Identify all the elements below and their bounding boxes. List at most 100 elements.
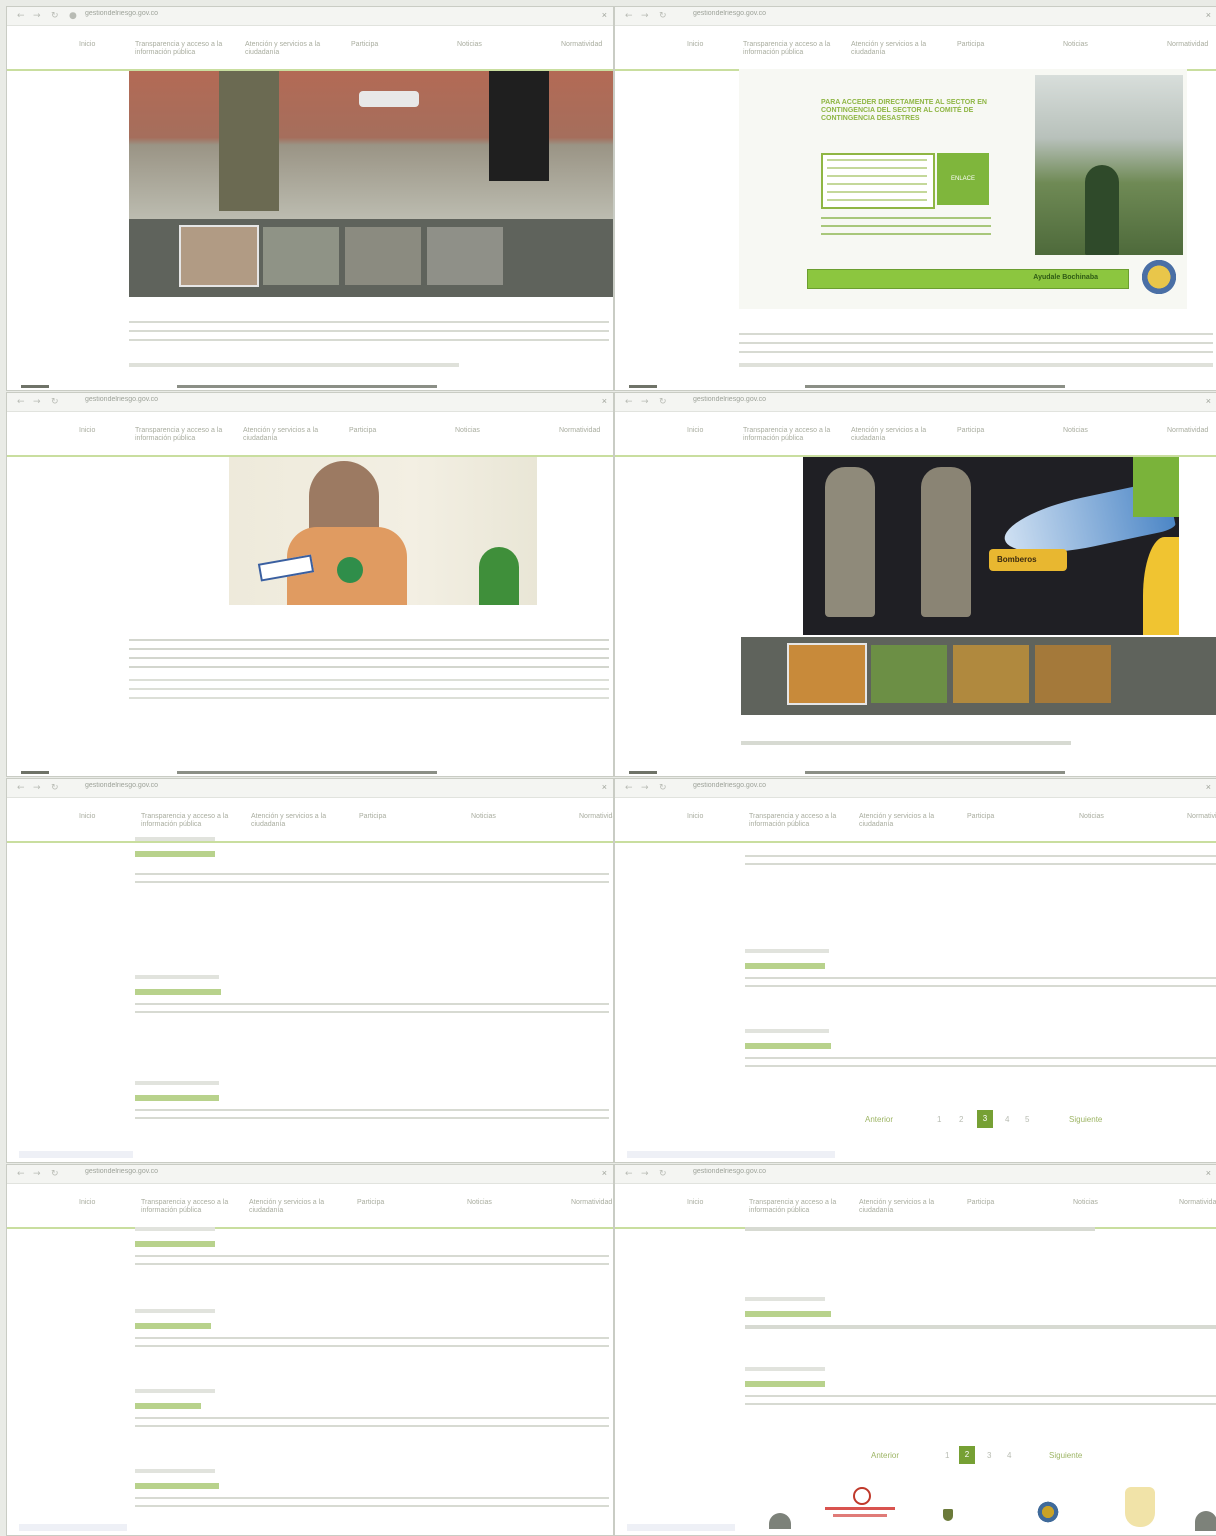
gallery-thumbnail[interactable] (1035, 645, 1111, 703)
reload-icon[interactable]: ↻ (51, 397, 59, 407)
menu-normatividad[interactable]: Normatividad (559, 427, 613, 435)
horizontal-scrollbar[interactable] (805, 771, 1065, 774)
news-title[interactable] (745, 963, 825, 969)
pagination-page[interactable]: 3 (987, 1451, 991, 1460)
scrollbar[interactable] (21, 385, 49, 388)
address-bar[interactable]: gestiondelriesgo.gov.co (693, 1168, 1187, 1179)
forward-icon[interactable]: → (641, 1169, 649, 1179)
pagination-next[interactable]: Siguiente (1069, 1115, 1102, 1124)
menu-normatividad[interactable]: Normatividad (1167, 427, 1216, 435)
news-title[interactable] (745, 1311, 831, 1317)
menu-transparencia[interactable]: Transparencia y acceso a la información … (749, 813, 849, 829)
news-title[interactable] (135, 1241, 215, 1247)
news-title[interactable] (135, 1483, 219, 1489)
menu-atencion[interactable]: Atención y servicios a la ciudadanía (851, 41, 951, 57)
close-icon[interactable]: × (1206, 396, 1211, 406)
pagination-page[interactable]: 4 (1007, 1451, 1011, 1460)
menu-normatividad[interactable]: Normatividad (1179, 1199, 1216, 1207)
gallery-thumbnail[interactable] (345, 227, 421, 285)
gallery-thumbnail[interactable] (953, 645, 1029, 703)
menu-noticias[interactable]: Noticias (457, 41, 557, 49)
back-icon[interactable]: ← (625, 783, 633, 793)
menu-atencion[interactable]: Atención y servicios a la ciudadanía (859, 813, 959, 829)
menu-noticias[interactable]: Noticias (1073, 1199, 1173, 1207)
pagination-current-page[interactable]: 3 (977, 1110, 993, 1128)
close-icon[interactable]: × (1206, 782, 1211, 792)
horizontal-scrollbar[interactable] (177, 771, 437, 774)
menu-transparencia[interactable]: Transparencia y acceso a la información … (743, 41, 843, 57)
reload-icon[interactable]: ↻ (659, 783, 667, 793)
menu-participa[interactable]: Participa (349, 427, 449, 435)
address-bar[interactable]: gestiondelriesgo.gov.co (85, 782, 583, 793)
pagination-next[interactable]: Siguiente (1049, 1451, 1082, 1460)
menu-atencion[interactable]: Atención y servicios a la ciudadanía (859, 1199, 959, 1215)
gallery-thumbnail[interactable] (787, 643, 867, 705)
gallery-thumbnail[interactable] (179, 225, 259, 287)
address-bar[interactable]: gestiondelriesgo.gov.co (693, 10, 1187, 21)
menu-participa[interactable]: Participa (967, 1199, 1067, 1207)
forward-icon[interactable]: → (33, 783, 41, 793)
menu-transparencia[interactable]: Transparencia y acceso a la información … (141, 1199, 241, 1215)
horizontal-scrollbar[interactable] (177, 385, 437, 388)
address-bar[interactable]: gestiondelriesgo.gov.co (693, 396, 1187, 407)
address-bar[interactable]: gestiondelriesgo.gov.co (693, 782, 1187, 793)
close-icon[interactable]: × (602, 782, 607, 792)
back-icon[interactable]: ← (17, 11, 25, 21)
menu-noticias[interactable]: Noticias (467, 1199, 567, 1207)
menu-participa[interactable]: Participa (957, 427, 1057, 435)
pagination-current-page[interactable]: 2 (959, 1446, 975, 1464)
menu-noticias[interactable]: Noticias (1079, 813, 1179, 821)
menu-atencion[interactable]: Atención y servicios a la ciudadanía (851, 427, 951, 443)
forward-icon[interactable]: → (33, 397, 41, 407)
menu-normatividad[interactable]: Normatividad (561, 41, 613, 49)
menu-transparencia[interactable]: Transparencia y acceso a la información … (141, 813, 241, 829)
reload-icon[interactable]: ↻ (659, 397, 667, 407)
reload-icon[interactable]: ↻ (51, 783, 59, 793)
close-icon[interactable]: × (602, 10, 607, 20)
banner-bar[interactable]: Ayudale Bochinaba (807, 269, 1129, 289)
menu-transparencia[interactable]: Transparencia y acceso a la información … (749, 1199, 849, 1215)
menu-normatividad[interactable]: Normatividad (1167, 41, 1216, 49)
horizontal-scrollbar[interactable] (805, 385, 1065, 388)
news-title[interactable] (745, 1381, 825, 1387)
menu-participa[interactable]: Participa (967, 813, 1067, 821)
close-icon[interactable]: × (1206, 10, 1211, 20)
menu-atencion[interactable]: Atención y servicios a la ciudadanía (249, 1199, 349, 1215)
back-icon[interactable]: ← (17, 397, 25, 407)
reload-icon[interactable]: ↻ (51, 11, 59, 21)
gallery-thumbnail[interactable] (871, 645, 947, 703)
gallery-thumbnail[interactable] (263, 227, 339, 285)
pagination-page[interactable]: 1 (945, 1451, 949, 1460)
news-title[interactable] (135, 1323, 211, 1329)
forward-icon[interactable]: → (641, 11, 649, 21)
menu-atencion[interactable]: Atención y servicios a la ciudadanía (243, 427, 343, 443)
menu-noticias[interactable]: Noticias (471, 813, 571, 821)
gallery-thumbnail[interactable] (427, 227, 503, 285)
menu-transparencia[interactable]: Transparencia y acceso a la información … (135, 427, 235, 443)
menu-participa[interactable]: Participa (351, 41, 451, 49)
forward-icon[interactable]: → (33, 1169, 41, 1179)
menu-participa[interactable]: Participa (357, 1199, 457, 1207)
pagination-page[interactable]: 5 (1025, 1115, 1029, 1124)
address-bar[interactable]: gestiondelriesgo.gov.co (85, 1168, 583, 1179)
close-icon[interactable]: × (602, 396, 607, 406)
back-icon[interactable]: ← (17, 783, 25, 793)
menu-normatividad[interactable]: Normatividad (571, 1199, 613, 1207)
reload-icon[interactable]: ↻ (659, 1169, 667, 1179)
forward-icon[interactable]: → (641, 783, 649, 793)
close-icon[interactable]: × (602, 1168, 607, 1178)
news-title[interactable] (745, 1043, 831, 1049)
side-button[interactable]: ENLACE (937, 153, 989, 205)
pagination-prev[interactable]: Anterior (865, 1115, 893, 1124)
reload-icon[interactable]: ↻ (51, 1169, 59, 1179)
reload-icon[interactable]: ↻ (659, 11, 667, 21)
news-title[interactable] (135, 1095, 219, 1101)
menu-normatividad[interactable]: Normatividad (1187, 813, 1216, 821)
address-bar[interactable]: gestiondelriesgo.gov.co (85, 10, 583, 21)
menu-atencion[interactable]: Atención y servicios a la ciudadanía (251, 813, 351, 829)
back-icon[interactable]: ← (625, 1169, 633, 1179)
forward-icon[interactable]: → (641, 397, 649, 407)
address-bar[interactable]: gestiondelriesgo.gov.co (85, 396, 583, 407)
menu-normatividad[interactable]: Normatividad (579, 813, 613, 821)
forward-icon[interactable]: → (33, 11, 41, 21)
